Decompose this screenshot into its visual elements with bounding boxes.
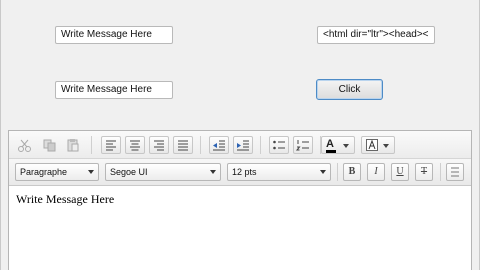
copy-icon [43,139,56,152]
bullet-list-button[interactable] [269,136,289,154]
align-left-button[interactable] [101,136,121,154]
chevron-down-icon [210,170,216,174]
horizontal-rule-icon [451,167,459,177]
background-color-picker[interactable] [361,136,395,154]
editor-top-toolbar: A [9,131,471,159]
outdent-icon [213,140,225,151]
insert-horizontal-rule-button[interactable] [446,163,464,181]
align-center-button[interactable] [125,136,145,154]
html-output-text-field[interactable]: <html dir="ltr"><head>< [317,26,435,44]
cut-icon [18,139,31,152]
paste-button[interactable] [63,136,83,154]
font-size-value: 12 pts [232,167,257,177]
chevron-down-icon [343,144,349,148]
align-justify-button[interactable] [173,136,193,154]
outdent-button[interactable] [209,136,229,154]
font-family-value: Segoe UI [110,167,148,177]
paragraph-format-select[interactable]: Paragraphe [15,163,99,181]
align-justify-icon [178,140,188,151]
copy-button[interactable] [39,136,59,154]
align-center-icon [130,140,140,151]
window-left-border [0,0,1,270]
indent-button[interactable] [233,136,253,154]
text-color-icon: A [326,138,334,150]
chevron-down-icon [383,144,389,148]
paste-icon [67,139,79,152]
click-button[interactable]: Click [316,79,383,100]
font-family-select[interactable]: Segoe UI [105,163,221,181]
align-right-button[interactable] [149,136,169,154]
html-editor: A Paragraphe Segoe UI 12 pts B I U T Wri… [8,130,472,270]
align-right-icon [154,140,164,151]
toolbar-separator [91,136,92,154]
cut-button[interactable] [15,136,35,154]
toolbar-separator [200,136,201,154]
toolbar-separator [440,163,441,181]
indent-icon [237,140,249,151]
bullet-list-icon [273,140,285,150]
toolbar-separator [337,163,338,181]
underline-button[interactable]: U [391,163,409,181]
toolbar-separator [260,136,261,154]
editor-format-toolbar: Paragraphe Segoe UI 12 pts B I U T [9,159,471,186]
strikethrough-button[interactable]: T [415,163,433,181]
font-size-select[interactable]: 12 pts [227,163,331,181]
message-text-field-2[interactable]: Write Message Here [55,81,173,99]
numbered-list-icon [295,140,309,151]
paragraph-format-value: Paragraphe [20,167,68,177]
align-left-icon [106,140,116,151]
bold-button[interactable]: B [343,163,361,181]
numbered-list-button[interactable] [293,136,313,154]
italic-button[interactable]: I [367,163,385,181]
chevron-down-icon [88,170,94,174]
text-color-swatch [326,150,336,153]
message-text-field-1[interactable]: Write Message Here [55,26,173,44]
background-color-icon [366,139,378,151]
editor-content[interactable]: Write Message Here [16,192,114,207]
chevron-down-icon [320,170,326,174]
text-color-picker[interactable]: A [321,136,355,154]
